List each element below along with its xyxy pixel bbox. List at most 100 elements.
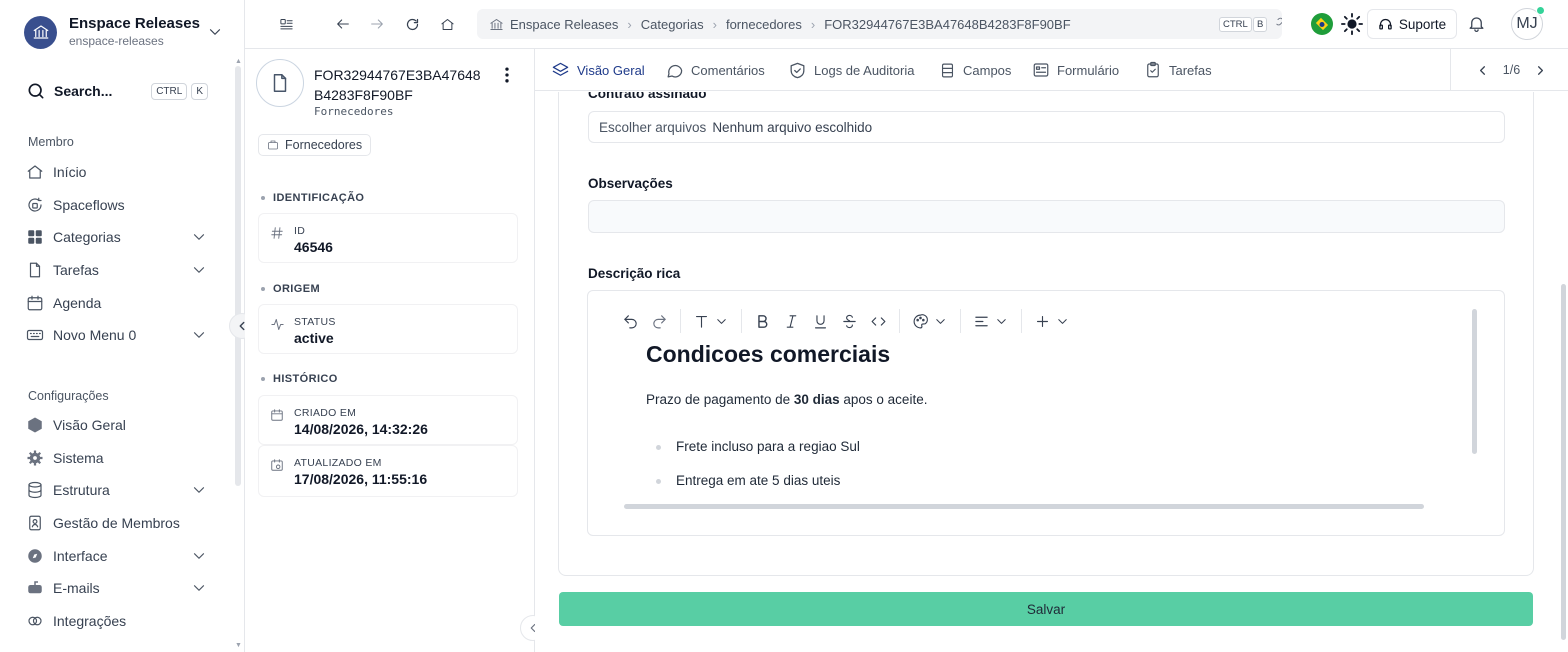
align-dropdown[interactable] (967, 308, 1015, 334)
shortcut-key: K (191, 82, 208, 100)
home-icon (440, 17, 455, 32)
field-label: ID (294, 225, 306, 237)
headset-icon (1378, 17, 1393, 32)
tab-label: Comentários (691, 62, 765, 78)
insert-dropdown[interactable] (1028, 308, 1076, 334)
color-dropdown[interactable] (906, 308, 954, 334)
tab-visao-geral[interactable]: Visão Geral (551, 59, 645, 81)
sidebar-item-inicio[interactable]: Início (26, 159, 208, 185)
breadcrumb: Enspace Releases › Categorias › forneced… (477, 9, 1282, 39)
next-record-button[interactable] (1533, 63, 1548, 78)
italic-button[interactable] (777, 308, 806, 334)
scroll-up-arrow[interactable]: ▲ (235, 58, 242, 65)
category-tag[interactable]: Fornecedores (258, 134, 372, 156)
language-flag-button[interactable] (1311, 13, 1333, 35)
notifications-button[interactable] (1467, 14, 1486, 33)
field-label: CRIADO EM (294, 407, 357, 419)
main-scrollbar[interactable] (1561, 284, 1566, 640)
redo-button[interactable] (645, 308, 674, 334)
tab-formulario[interactable]: Formulário (1032, 59, 1119, 81)
sidebar-item-integracoes[interactable]: Integrações (26, 608, 208, 634)
integration-icon (26, 612, 44, 630)
sun-icon (1341, 13, 1363, 35)
sidebar-item-label: Tarefas (53, 262, 99, 278)
back-button[interactable] (333, 14, 353, 34)
editor-content[interactable]: Condicoes comerciais Prazo de pagamento … (646, 341, 1466, 488)
sidebar-item-visao-geral[interactable]: Visão Geral (26, 412, 208, 438)
scroll-down-arrow[interactable]: ▼ (235, 642, 242, 649)
id-badge-icon (26, 514, 44, 532)
support-label: Suporte (1398, 16, 1447, 32)
toolbar-divider (1021, 309, 1022, 333)
sidebar-item-tarefas[interactable]: Tarefas (26, 257, 208, 283)
panel-icon (279, 17, 294, 32)
sidebar-item-categorias[interactable]: Categorias (26, 224, 208, 250)
record-menu-button[interactable] (497, 65, 517, 85)
notes-input[interactable] (588, 200, 1505, 233)
editor-list-item: Frete incluso para a regiao Sul (656, 439, 1466, 454)
underline-button[interactable] (806, 308, 835, 334)
forward-button[interactable] (367, 14, 387, 34)
editor-horizontal-scrollbar[interactable] (624, 504, 1424, 509)
tab-comentarios[interactable]: Comentários (665, 59, 765, 81)
editor-vertical-scrollbar[interactable] (1472, 309, 1477, 454)
tab-label: Logs de Auditoria (814, 62, 915, 78)
sidebar-item-label: Gestão de Membros (53, 515, 180, 531)
support-button[interactable]: Suporte (1367, 9, 1457, 39)
sidebar-item-gestao-de-membros[interactable]: Gestão de Membros (26, 510, 208, 536)
sidebar-item-label: Integrações (53, 613, 127, 629)
sidebar-item-e-mails[interactable]: E-mails (26, 575, 208, 601)
workspace-switcher[interactable]: Enspace Releases enspace-releases (24, 14, 224, 50)
save-button[interactable]: Salvar (559, 592, 1533, 626)
tab-campos[interactable]: Campos (939, 59, 1011, 81)
tab-logs-de-auditoria[interactable]: Logs de Auditoria (788, 59, 914, 81)
refresh-icon (405, 17, 420, 32)
record-title: FOR32944767E3BA47648B4283F8F90BF (314, 67, 481, 103)
sidebar-item-estrutura[interactable]: Estrutura (26, 477, 208, 503)
search-button[interactable]: Search... CTRL K (26, 78, 208, 104)
comment-icon (665, 61, 684, 80)
code-button[interactable] (864, 308, 893, 334)
chevron-down-icon (190, 326, 208, 344)
field-id: ID 46546 (258, 213, 518, 263)
database-icon (26, 481, 44, 499)
bold-button[interactable] (748, 308, 777, 334)
rich-text-editor[interactable]: Condicoes comerciais Prazo de pagamento … (587, 290, 1505, 536)
top-bar: Enspace Releases › Categorias › forneced… (245, 0, 1568, 49)
group-title-identificacao: IDENTIFICAÇÃO (261, 192, 364, 204)
breadcrumb-item[interactable]: fornecedores (726, 17, 802, 32)
tab-tarefas[interactable]: Tarefas (1144, 59, 1212, 81)
group-title-text: HISTÓRICO (273, 373, 338, 385)
theme-toggle-button[interactable] (1341, 13, 1363, 35)
sidebar-scrollbar[interactable] (235, 66, 241, 486)
section-title-membro: Membro (28, 135, 74, 149)
bank-icon (489, 17, 504, 32)
sidebar-item-novo-menu-0[interactable]: Novo Menu 0 (26, 322, 208, 348)
reload-button[interactable] (402, 14, 422, 34)
calendar-clock-icon (270, 458, 284, 472)
sidebar: Enspace Releases enspace-releases Search… (0, 0, 245, 652)
sidebar-item-label: Agenda (53, 295, 102, 311)
search-label: Search... (54, 83, 113, 99)
previous-record-button[interactable] (1475, 63, 1490, 78)
home-button[interactable] (437, 14, 457, 34)
gear-icon (26, 449, 44, 467)
breadcrumb-item[interactable]: FOR32944767E3BA47648B4283F8F90BF (824, 17, 1070, 32)
mailbox-icon (26, 579, 44, 597)
sidebar-item-spaceflows[interactable]: Spaceflows (26, 192, 208, 218)
layout-toggle-button[interactable] (276, 14, 296, 34)
toolbar-divider (960, 309, 961, 333)
contract-file-input[interactable]: Escolher arquivos Nenhum arquivo escolhi… (588, 111, 1505, 143)
text-style-dropdown[interactable] (687, 308, 735, 334)
choose-files-button[interactable]: Escolher arquivos (599, 120, 706, 135)
record-panel: FOR32944767E3BA47648B4283F8F90BF Fornece… (245, 49, 535, 652)
sidebar-item-interface[interactable]: Interface (26, 543, 208, 569)
keyboard-icon (26, 326, 44, 344)
strikethrough-button[interactable] (835, 308, 864, 334)
undo-button[interactable] (616, 308, 645, 334)
breadcrumb-item[interactable]: Enspace Releases (510, 17, 618, 32)
breadcrumb-item[interactable]: Categorias (641, 17, 704, 32)
sidebar-item-sistema[interactable]: Sistema (26, 445, 208, 471)
calendar-icon (26, 294, 44, 312)
sidebar-item-agenda[interactable]: Agenda (26, 290, 208, 316)
